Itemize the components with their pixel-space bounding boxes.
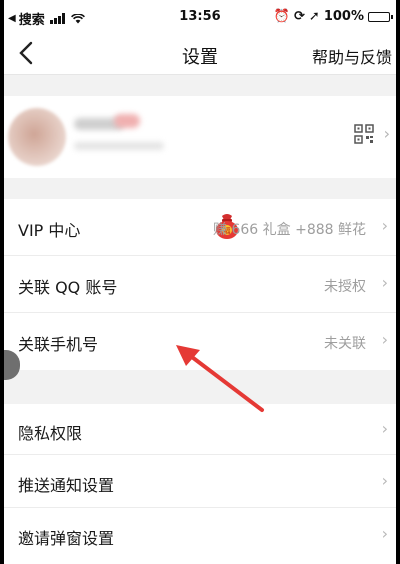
status-right: ⏰ ⟳ ➚ 100%	[273, 9, 393, 24]
status-bar: ◀ 搜索 13:56 ⏰ ⟳ ➚ 100%	[4, 0, 396, 34]
chevron-right-icon: ›	[381, 471, 388, 490]
blurred-badge	[114, 114, 140, 128]
profile-card[interactable]: ›	[4, 96, 396, 178]
settings-screen: ◀ 搜索 13:56 ⏰ ⟳ ➚ 100% 设置 帮助与反馈 › VIP 中心 …	[4, 0, 396, 564]
battery-percent: 100%	[323, 9, 364, 24]
blurred-subtitle	[74, 142, 164, 150]
avatar	[8, 108, 66, 166]
location-icon: ➚	[308, 9, 320, 24]
row-label: VIP 中心	[18, 221, 81, 240]
row-value: 赚 666 礼盒 +888 鲜花	[213, 222, 366, 238]
settings-row-link-qq[interactable]: 关联 QQ 账号 未授权 ›	[4, 256, 396, 313]
battery-icon	[368, 11, 393, 22]
rotation-lock-icon: ⟳	[294, 9, 305, 24]
chevron-right-icon: ›	[381, 419, 388, 438]
row-label: 关联手机号	[18, 335, 99, 354]
nav-bar: 设置 帮助与反馈	[4, 34, 396, 75]
row-value: 未授权	[324, 279, 366, 295]
row-value: 未关联	[324, 336, 366, 352]
chevron-right-icon: ›	[381, 524, 388, 543]
alarm-icon: ⏰	[273, 9, 291, 24]
row-label: 推送通知设置	[18, 476, 115, 495]
general-settings-group: 隐私权限 › 推送通知设置 › 邀请弹窗设置 ›	[4, 404, 396, 564]
settings-row-invite-popup[interactable]: 邀请弹窗设置 ›	[4, 508, 396, 564]
settings-row-vip[interactable]: VIP 中心 福 赚 666 礼盒 +888 鲜花 ›	[4, 199, 396, 256]
row-label: 隐私权限	[18, 424, 83, 443]
chevron-right-icon: ›	[381, 216, 388, 235]
help-feedback-link[interactable]: 帮助与反馈	[312, 44, 392, 68]
chevron-right-icon: ›	[381, 330, 388, 349]
row-label: 关联 QQ 账号	[18, 278, 118, 297]
profile-chevron-right-icon: ›	[383, 124, 390, 143]
chevron-right-icon: ›	[381, 273, 388, 292]
qr-code-icon[interactable]	[354, 124, 374, 144]
row-label: 邀请弹窗设置	[18, 529, 115, 548]
settings-row-push-notifications[interactable]: 推送通知设置 ›	[4, 455, 396, 508]
annotation-arrow-icon	[176, 345, 264, 412]
